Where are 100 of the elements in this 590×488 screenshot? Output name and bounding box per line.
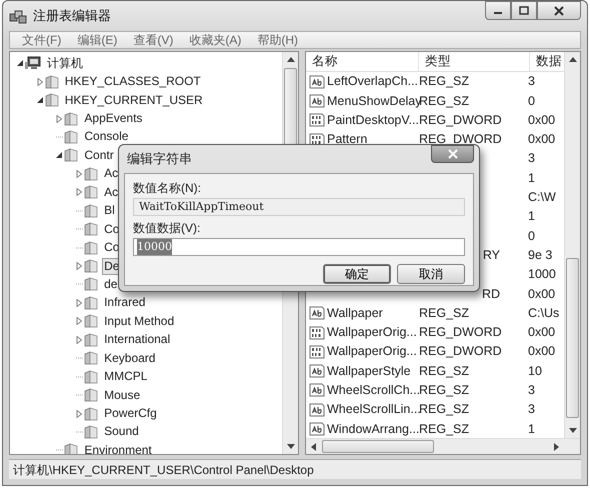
value-name-field: WaitToKillAppTimeout (133, 198, 465, 216)
value-name[interactable]: MenuShowDelay (327, 92, 422, 110)
expanded-icon[interactable] (36, 96, 44, 104)
value-data: 1 (528, 422, 535, 436)
tree-item[interactable]: Keyboard (102, 350, 158, 367)
folder-icon (84, 351, 98, 366)
collapsed-icon[interactable] (75, 262, 84, 270)
folder-icon (64, 148, 78, 162)
value-data: 0x00 (528, 286, 556, 301)
column-header[interactable]: 数据 (530, 52, 564, 71)
app-icon (9, 8, 27, 24)
folder-icon (84, 424, 98, 439)
tree-item[interactable]: Infrared (102, 294, 148, 312)
value-data: 3 (528, 151, 535, 166)
tree-item[interactable]: Ac (102, 165, 120, 182)
tree-item[interactable]: HKEY_CLASSES_ROOT (62, 73, 203, 90)
collapsed-icon[interactable] (75, 336, 84, 344)
folder-icon (84, 240, 98, 255)
collapsed-icon[interactable] (75, 170, 84, 178)
scrollbar-thumb[interactable] (322, 440, 434, 453)
value-data: 9e 3 (528, 248, 552, 262)
tree-item[interactable]: AppEvents (82, 110, 144, 128)
value-data: C:\Us (528, 306, 560, 320)
value-name[interactable]: WheelScrollCh... (327, 381, 420, 400)
value-data: 3 (528, 383, 535, 398)
collapsed-icon[interactable] (36, 78, 44, 86)
folder-icon (84, 296, 98, 310)
menu-item[interactable]: 文件(F) (16, 32, 68, 48)
value-name[interactable]: WallpaperOrig... (327, 342, 417, 362)
column-header[interactable]: 名称 (306, 52, 419, 71)
menu-item[interactable]: 帮助(H) (251, 32, 304, 48)
tree-item[interactable]: Sound (102, 423, 141, 440)
string-value-icon (309, 94, 325, 108)
dialog-title: 编辑字符串 (127, 150, 192, 168)
close-button[interactable] (431, 145, 474, 163)
value-name[interactable]: WallpaperStyle (327, 362, 411, 380)
value-data-field[interactable]: 10000 (133, 238, 465, 256)
value-type: REG_SZ (419, 94, 470, 108)
minimize-button[interactable] (485, 1, 511, 20)
field-label: 数值名称(N): (133, 180, 202, 197)
value-name[interactable]: PaintDesktopV... (327, 110, 419, 130)
maximize-button[interactable] (511, 1, 537, 20)
collapsed-icon[interactable] (55, 114, 64, 123)
tree-item[interactable]: Environment (82, 442, 154, 454)
cancel-button[interactable]: 取消 (397, 264, 465, 284)
value-data: 0x00 (528, 344, 556, 358)
folder-icon (84, 314, 98, 328)
value-name[interactable]: WheelScrollLin... (327, 400, 421, 420)
computer-icon (25, 56, 41, 70)
scrollbar-thumb[interactable] (566, 258, 579, 418)
collapsed-icon[interactable] (75, 188, 84, 196)
expanded-icon[interactable] (55, 151, 64, 160)
tree-item[interactable]: International (102, 331, 172, 348)
close-button[interactable] (537, 1, 581, 20)
tree-item[interactable]: Input Method (102, 312, 176, 330)
value-name[interactable]: WallpaperOrig... (327, 323, 417, 342)
collapsed-icon[interactable] (75, 317, 84, 326)
tree-item[interactable]: de (102, 276, 120, 293)
value-data: 0x00 (528, 325, 556, 340)
folder-icon (44, 93, 59, 108)
value-data: 0x00 (528, 132, 556, 146)
value-type: REG_SZ (419, 383, 470, 398)
value-name[interactable]: WindowArrang... (327, 420, 420, 438)
tree-item[interactable]: MMCPL (102, 368, 150, 386)
value-type: REG_SZ (419, 402, 470, 416)
string-value-icon (309, 422, 325, 436)
folder-icon (84, 277, 98, 292)
value-type: REG_DWORD (419, 112, 502, 127)
column-header[interactable]: 类型 (419, 52, 530, 71)
tree-item[interactable]: Ac (102, 184, 120, 201)
tree-item[interactable]: Mouse (102, 386, 142, 404)
folder-icon (84, 166, 98, 181)
folder-icon (84, 332, 98, 347)
tree-item[interactable]: Contr (82, 146, 116, 164)
value-type: REG_SZ (419, 422, 470, 436)
value-type: REG_SZ (419, 364, 470, 378)
tree-item[interactable]: PowerCfg (102, 405, 159, 422)
value-type: RD (482, 286, 500, 301)
menu-item[interactable]: 查看(V) (127, 32, 180, 48)
tree-item[interactable]: 计算机 (45, 54, 85, 72)
tree-item[interactable]: Bl (102, 202, 117, 220)
value-name[interactable]: LeftOverlapCh... (327, 72, 418, 92)
status-path: 计算机\HKEY_CURRENT_USER\Control Panel\Desktop (13, 462, 314, 478)
ok-button[interactable]: 确定 (323, 264, 391, 284)
menu-item[interactable]: 收藏夹(A) (183, 32, 248, 48)
window-title: 注册表编辑器 (33, 7, 111, 26)
expanded-icon[interactable] (16, 59, 24, 68)
string-value-icon (309, 383, 325, 398)
collapsed-icon[interactable] (75, 298, 84, 307)
value-name[interactable]: Wallpaper (327, 304, 383, 323)
tree-item[interactable]: Console (82, 128, 130, 146)
value-type: REG_SZ (419, 306, 470, 320)
value-type: REG_DWORD (419, 325, 502, 340)
tree-item[interactable]: HKEY_CURRENT_USER (62, 92, 205, 109)
value-data: 0 (528, 228, 535, 243)
binary-value-icon (309, 113, 325, 128)
folder-icon (84, 259, 98, 274)
value-data: 1000 (528, 267, 556, 282)
collapsed-icon[interactable] (75, 410, 84, 418)
menu-item[interactable]: 编辑(E) (71, 32, 124, 48)
